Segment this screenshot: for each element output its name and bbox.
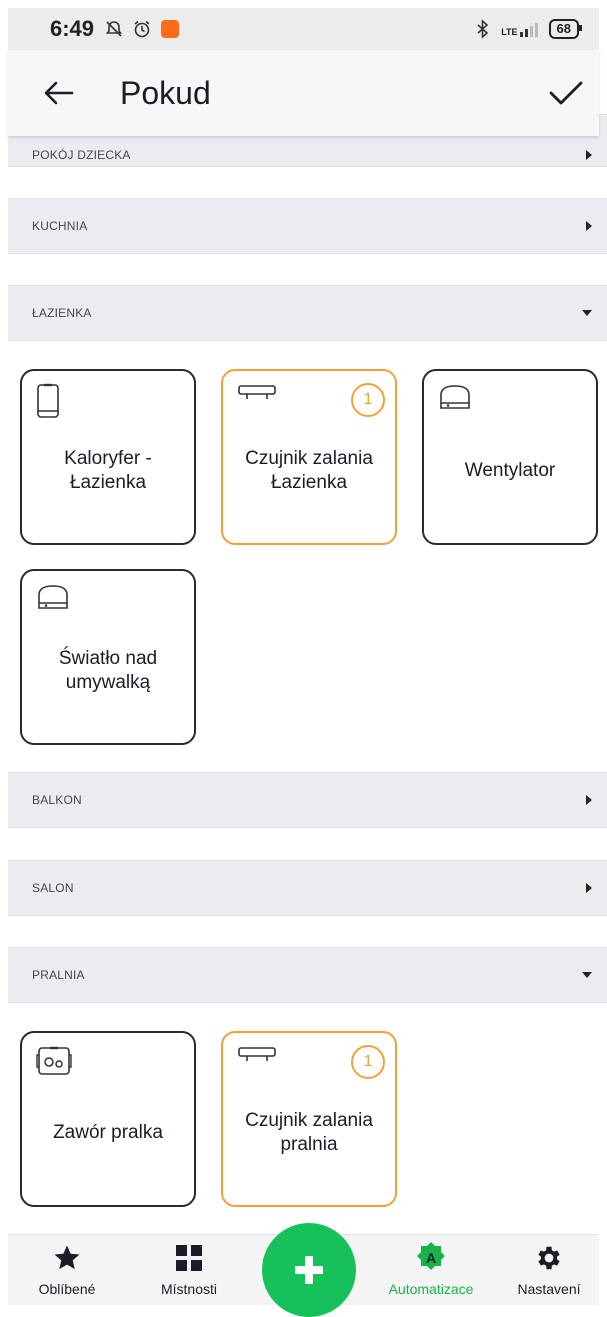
nav-item-nastaveni[interactable]: Nastavení (490, 1235, 607, 1306)
confirm-button[interactable] (541, 68, 591, 118)
nav-item-mistnosti[interactable]: Místnosti (130, 1235, 248, 1306)
nav-label: Nastavení (517, 1281, 581, 1297)
caret-right-icon (585, 149, 593, 161)
section-kuchnia[interactable]: KUCHNIA (8, 198, 607, 254)
caret-right-icon (585, 882, 593, 894)
device-tile-czujnik-pralnia[interactable]: 1 Czujnik zalania pralnia (221, 1031, 397, 1207)
caret-right-icon (585, 220, 593, 232)
nav-label: Automatizace (388, 1281, 474, 1297)
lte-label: LTE (501, 27, 518, 37)
gear-icon (532, 1241, 566, 1275)
section-pralnia[interactable]: PRALNIA (8, 947, 607, 1003)
tile-label: Wentylator (464, 460, 556, 481)
section-label: POKÓJ DZIECKA (32, 147, 131, 162)
status-bar: 6:49 LTE 68 (8, 8, 599, 50)
event-count-badge: 1 (351, 383, 385, 417)
valve-icon (36, 1045, 72, 1082)
automation-icon: A (414, 1241, 448, 1275)
back-button[interactable] (34, 68, 84, 118)
section-label: KUCHNIA (32, 219, 88, 233)
nav-item-oblibene[interactable]: Oblíbené (8, 1235, 126, 1306)
caret-down-icon (581, 309, 593, 317)
tile-label: Zawór pralka (53, 1122, 163, 1143)
grid-icon (172, 1241, 206, 1275)
svg-text:A: A (426, 1250, 436, 1266)
device-tile-wentylator[interactable]: Wentylator (422, 369, 598, 545)
section-label: SALON (32, 881, 74, 895)
signal-icon: LTE (501, 21, 540, 37)
status-right: LTE 68 (473, 19, 583, 39)
check-icon (549, 81, 583, 105)
relay-module-icon (36, 583, 70, 616)
plus-icon (295, 1256, 323, 1284)
radiator-icon (36, 383, 60, 424)
device-tile-czujnik-lazienka[interactable]: 1 Czujnik zalania Łazienka (221, 369, 397, 545)
section-label: BALKON (32, 793, 82, 807)
battery-indicator: 68 (548, 19, 583, 39)
bluetooth-icon (473, 19, 493, 39)
star-icon (50, 1241, 84, 1275)
section-label: ŁAZIENKA (32, 306, 92, 320)
app-notification-icon (160, 19, 180, 39)
device-tile-zawor[interactable]: Zawór pralka (20, 1031, 196, 1207)
alarm-icon (132, 19, 152, 39)
flood-sensor-icon (237, 383, 277, 408)
tile-label: Kaloryfer - Łazienka (64, 448, 152, 493)
tile-label: Światło nad umywalką (58, 648, 158, 693)
device-tile-kaloryfer[interactable]: Kaloryfer - Łazienka (20, 369, 196, 545)
tile-label: Czujnik zalania Łazienka (245, 448, 373, 493)
event-count-badge: 1 (351, 1045, 385, 1079)
section-balkon[interactable]: BALKON (8, 772, 607, 828)
tile-label: Czujnik zalania pralnia (245, 1110, 373, 1155)
arrow-back-icon (44, 81, 74, 105)
caret-down-icon (581, 971, 593, 979)
section-label: PRALNIA (32, 968, 85, 982)
flood-sensor-icon (237, 1045, 277, 1070)
status-icons (104, 19, 180, 39)
notifications-off-icon (104, 19, 124, 39)
page-title: Pokud (120, 74, 211, 111)
device-tile-swiatlo[interactable]: Światło nad umywalką (20, 569, 196, 745)
app-bar: Pokud (8, 50, 599, 136)
nav-item-automatizace[interactable]: A Automatizace (372, 1235, 490, 1306)
status-time: 6:49 (50, 16, 95, 41)
nav-label: Místnosti (160, 1281, 217, 1297)
caret-right-icon (585, 794, 593, 806)
nav-label: Oblíbené (38, 1281, 96, 1297)
section-salon[interactable]: SALON (8, 860, 607, 916)
section-lazienka[interactable]: ŁAZIENKA (8, 285, 607, 341)
add-button[interactable] (262, 1223, 356, 1317)
relay-module-icon (438, 383, 472, 416)
